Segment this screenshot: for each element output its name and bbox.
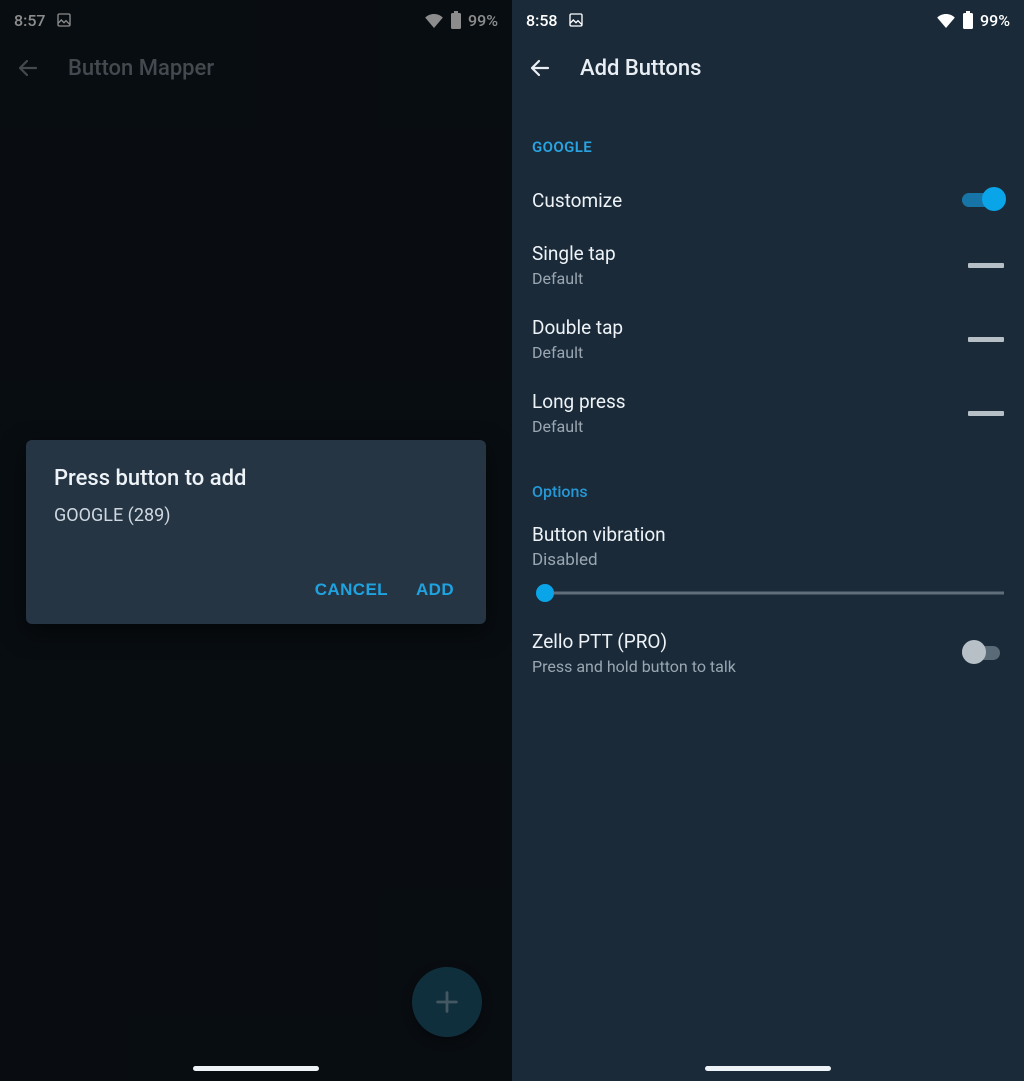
image-icon xyxy=(568,12,584,28)
wifi-icon xyxy=(936,12,956,28)
screen-button-mapper: 8:57 99% Button Mapper Press button to a… xyxy=(0,0,512,1081)
single-tap-label: Single tap xyxy=(532,242,616,265)
vibration-value: Disabled xyxy=(532,550,1004,570)
long-press-value: Default xyxy=(532,417,626,436)
customize-switch[interactable] xyxy=(962,187,1004,213)
status-bar: 8:58 99% xyxy=(512,0,1024,40)
dialog-detected-button: GOOGLE (289) xyxy=(54,505,458,526)
row-single-tap[interactable]: Single tap Default xyxy=(532,228,1004,302)
nav-pill[interactable] xyxy=(193,1066,319,1071)
double-tap-label: Double tap xyxy=(532,316,623,339)
row-double-tap[interactable]: Double tap Default xyxy=(532,302,1004,376)
zello-label: Zello PTT (PRO) xyxy=(532,630,736,653)
nav-pill[interactable] xyxy=(705,1066,831,1071)
row-button-vibration[interactable]: Button vibration Disabled xyxy=(532,517,1004,616)
row-zello-ptt[interactable]: Zello PTT (PRO) Press and hold button to… xyxy=(532,616,1004,690)
dialog-title: Press button to add xyxy=(54,466,458,491)
vibration-slider[interactable] xyxy=(532,580,1004,606)
row-customize[interactable]: Customize xyxy=(532,172,1004,228)
customize-label: Customize xyxy=(532,189,622,212)
double-tap-action-icon xyxy=(968,337,1004,342)
zello-desc: Press and hold button to talk xyxy=(532,657,736,676)
status-time: 8:58 xyxy=(526,11,558,30)
zello-switch[interactable] xyxy=(962,640,1004,666)
long-press-label: Long press xyxy=(532,390,626,413)
battery-icon xyxy=(962,11,974,29)
double-tap-value: Default xyxy=(532,343,623,362)
single-tap-value: Default xyxy=(532,269,616,288)
long-press-action-icon xyxy=(968,411,1004,416)
status-battery-pct: 99% xyxy=(980,11,1010,30)
row-long-press[interactable]: Long press Default xyxy=(532,376,1004,450)
section-header-google: GOOGLE xyxy=(532,138,1004,156)
cancel-button[interactable]: CANCEL xyxy=(315,580,388,600)
section-header-options: Options xyxy=(532,482,1004,501)
vibration-label: Button vibration xyxy=(532,523,1004,546)
add-button[interactable]: ADD xyxy=(416,580,454,600)
screen-add-buttons: 8:58 99% Add Buttons GOOGLE Customize xyxy=(512,0,1024,1081)
back-button[interactable] xyxy=(520,48,560,88)
add-button-dialog: Press button to add GOOGLE (289) CANCEL … xyxy=(26,440,486,624)
page-title: Add Buttons xyxy=(580,56,701,81)
app-bar: Add Buttons xyxy=(512,40,1024,96)
single-tap-action-icon xyxy=(968,263,1004,268)
